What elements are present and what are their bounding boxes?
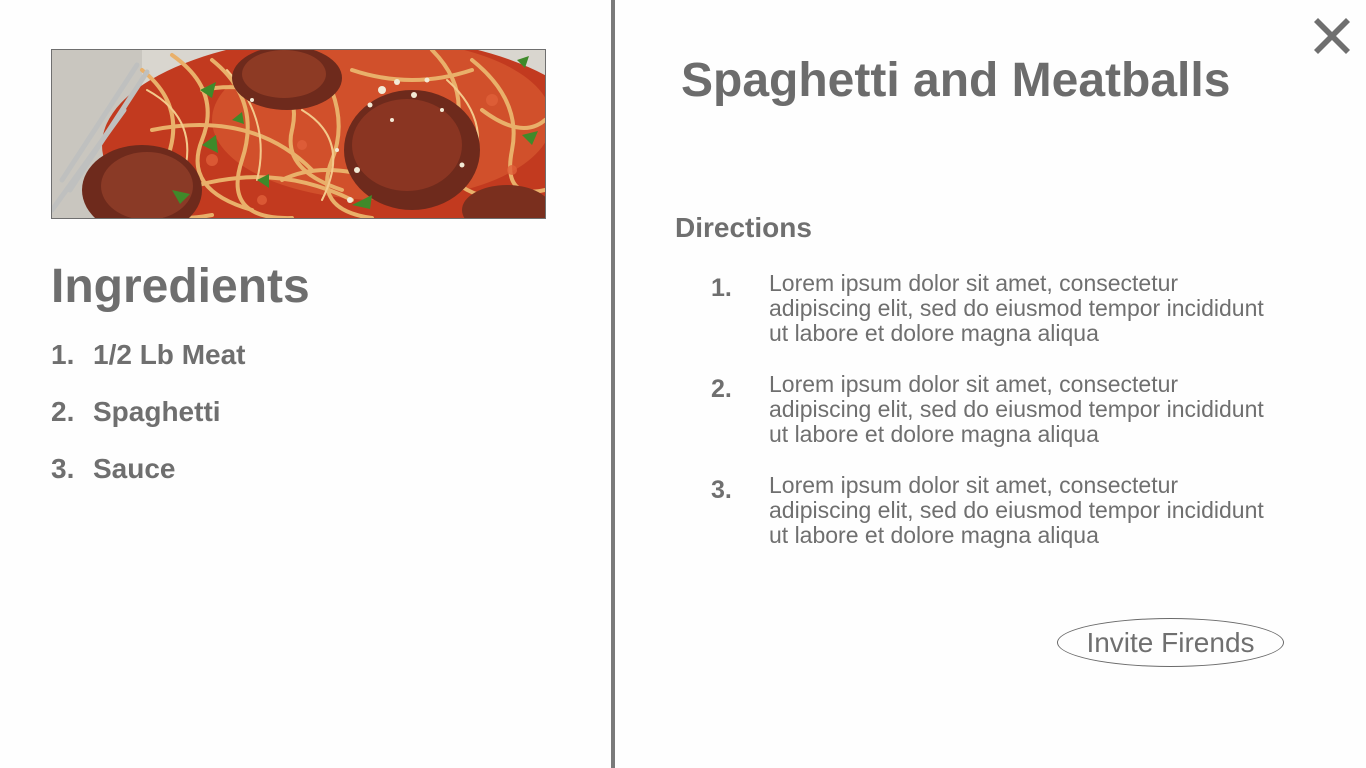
ingredient-label: Spaghetti	[93, 396, 221, 427]
ingredient-label: Sauce	[93, 453, 176, 484]
ingredients-title: Ingredients	[51, 260, 310, 313]
spaghetti-meatballs-image	[52, 50, 545, 218]
ingredient-item: 3. Sauce	[51, 450, 245, 507]
direction-step: 1. Lorem ipsum dolor sit amet, consectet…	[711, 271, 1331, 372]
direction-number: 3.	[711, 476, 732, 504]
close-button[interactable]	[1310, 14, 1354, 58]
ingredient-item: 2. Spaghetti	[51, 393, 245, 450]
recipe-title: Spaghetti and Meatballs	[681, 54, 1231, 107]
ingredient-number: 1.	[51, 339, 75, 370]
direction-text: Lorem ipsum dolor sit amet, consectetur …	[769, 371, 1264, 447]
direction-text: Lorem ipsum dolor sit amet, consectetur …	[769, 270, 1264, 346]
ingredient-number: 3.	[51, 453, 75, 484]
direction-step: 2. Lorem ipsum dolor sit amet, consectet…	[711, 372, 1331, 473]
direction-number: 1.	[711, 274, 732, 302]
ingredient-number: 2.	[51, 396, 75, 427]
ingredient-label: 1/2 Lb Meat	[93, 339, 246, 370]
recipe-photo	[51, 49, 546, 219]
direction-step: 3. Lorem ipsum dolor sit amet, consectet…	[711, 473, 1331, 574]
invite-friends-button[interactable]: Invite Firends	[1057, 618, 1284, 667]
direction-number: 2.	[711, 375, 732, 403]
ingredients-list: 1. 1/2 Lb Meat 2. Spaghetti 3. Sauce	[51, 336, 245, 507]
direction-text: Lorem ipsum dolor sit amet, consectetur …	[769, 472, 1264, 548]
ingredient-item: 1. 1/2 Lb Meat	[51, 336, 245, 393]
panel-divider	[611, 0, 615, 768]
close-icon	[1314, 18, 1350, 54]
recipe-screen: Ingredients 1. 1/2 Lb Meat 2. Spaghetti …	[0, 0, 1366, 768]
directions-title: Directions	[675, 212, 812, 243]
directions-list: 1. Lorem ipsum dolor sit amet, consectet…	[711, 271, 1331, 574]
